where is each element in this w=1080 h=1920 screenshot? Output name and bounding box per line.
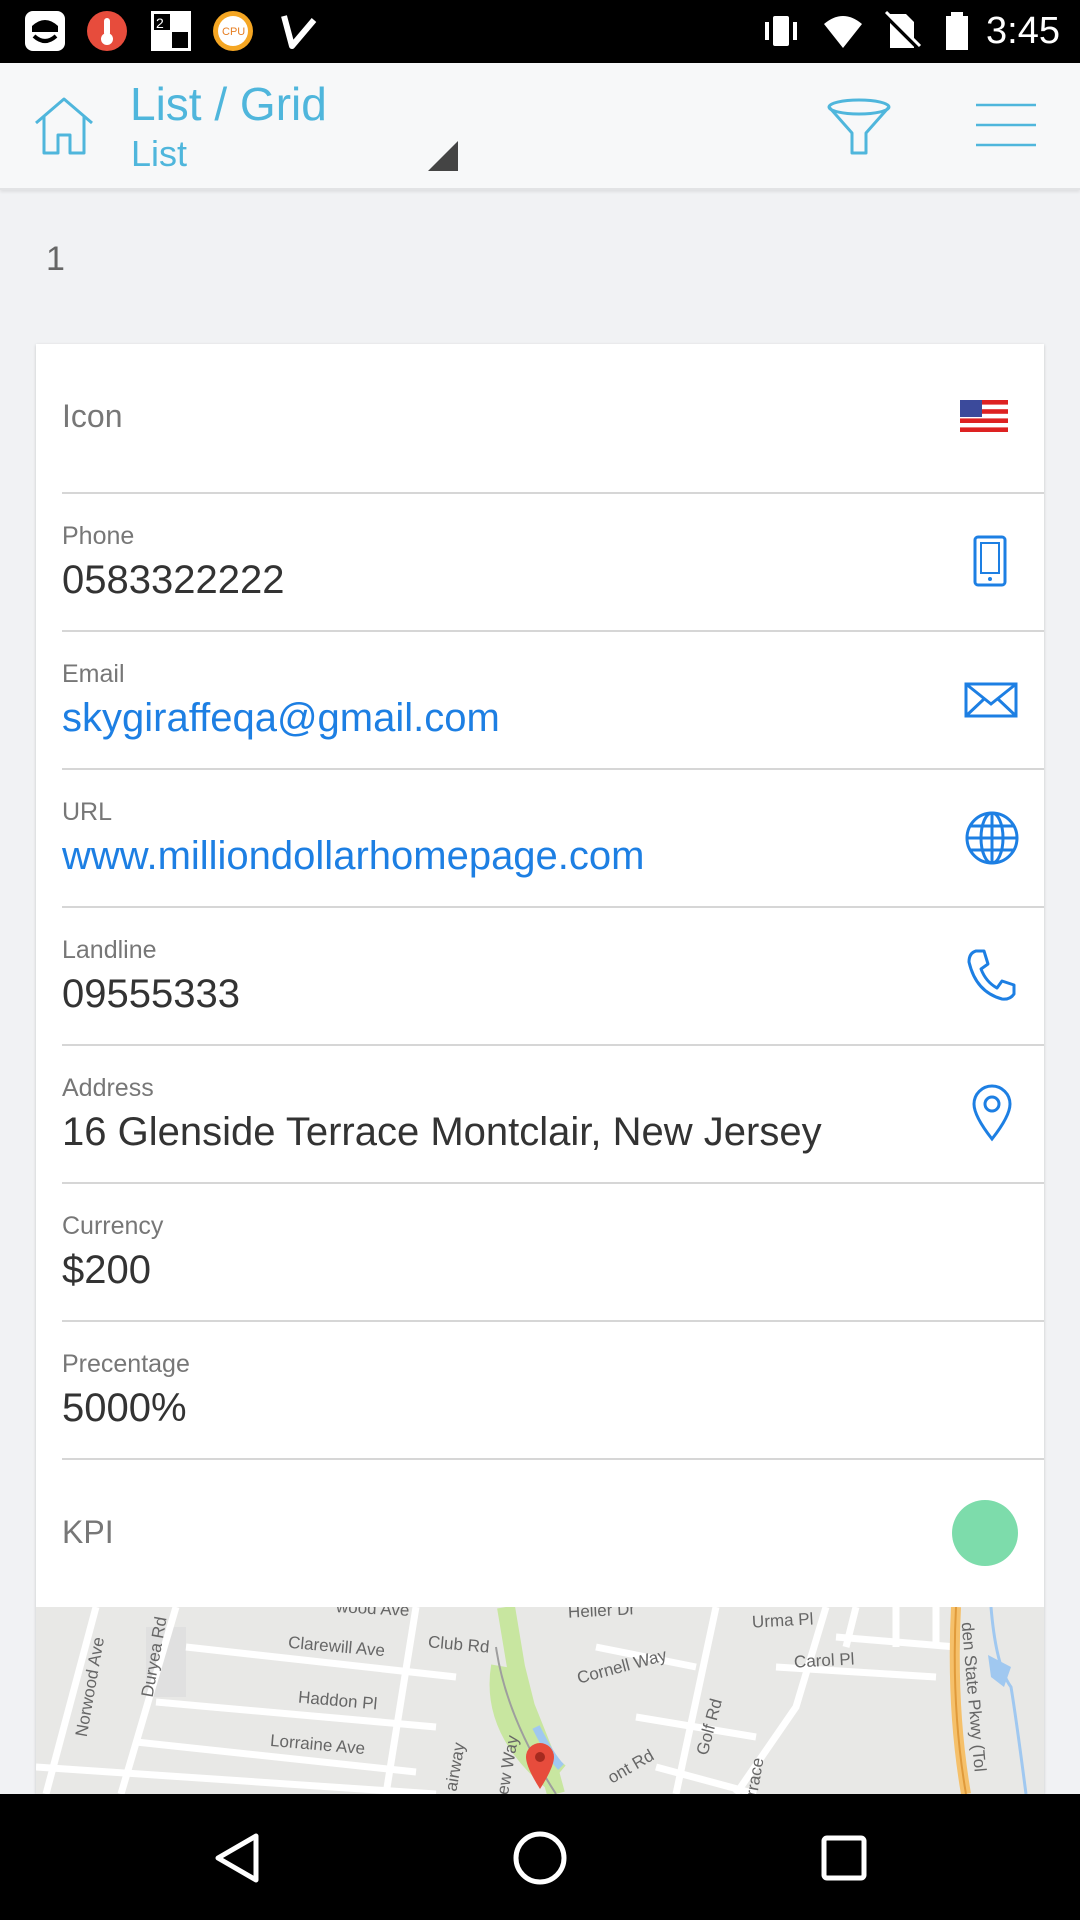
phone-value[interactable]: 0583322222 <box>62 558 284 603</box>
menu-icon[interactable] <box>974 101 1038 149</box>
view-mode-label[interactable]: List <box>131 133 187 175</box>
url-link[interactable]: www.milliondollarhomepage.com <box>62 834 644 879</box>
currency-value: $200 <box>62 1248 151 1292</box>
home-icon[interactable] <box>32 93 96 157</box>
email-label: Email <box>62 660 125 688</box>
cpu-icon: CPU <box>213 11 253 51</box>
url-row[interactable]: URL www.milliondollarhomepage.com <box>62 768 1044 908</box>
address-label: Address <box>62 1074 154 1102</box>
address-value[interactable]: 16 Glenside Terrace Montclair, New Jerse… <box>62 1110 822 1155</box>
address-row[interactable]: Address 16 Glenside Terrace Montclair, N… <box>62 1044 1044 1184</box>
url-label: URL <box>62 798 113 826</box>
kpi-row: KPI <box>62 1458 1044 1606</box>
recent-apps-icon[interactable] <box>820 1834 868 1882</box>
email-link[interactable]: skygiraffeqa@gmail.com <box>62 696 500 741</box>
mobile-phone-icon[interactable] <box>972 534 1008 588</box>
svg-text:CPU: CPU <box>222 26 245 38</box>
currency-label: Currency <box>62 1212 164 1240</box>
clock: 3:45 <box>986 10 1060 52</box>
map-street-label: Carol Pl <box>793 1649 855 1672</box>
page-title: List / Grid <box>130 78 327 130</box>
coin-head-icon <box>25 11 65 51</box>
record-card: Icon Phone 0583322222 Email skygiraffeqa… <box>36 344 1044 1794</box>
landline-label: Landline <box>62 936 157 964</box>
battery-icon <box>946 12 968 50</box>
telephone-icon[interactable] <box>966 948 1016 1002</box>
map-street-label: Urma Pl <box>751 1609 814 1632</box>
kpi-label: KPI <box>62 1514 114 1550</box>
us-flag-icon <box>960 400 1008 432</box>
landline-row[interactable]: Landline 09555333 <box>62 906 1044 1046</box>
check-icon <box>281 15 317 49</box>
map-view[interactable]: Norwood Ave Duryea Rd Clarewill Ave Club… <box>36 1607 1044 1794</box>
navigation-bar <box>0 1794 1080 1920</box>
globe-icon[interactable] <box>964 810 1020 866</box>
back-icon[interactable] <box>212 1832 260 1884</box>
two-squares-icon: 2 <box>151 11 191 51</box>
percentage-label: Precentage <box>62 1350 190 1378</box>
home-button-icon[interactable] <box>512 1830 568 1886</box>
thermometer-icon <box>87 11 127 51</box>
wifi-icon <box>824 16 862 48</box>
map-streets <box>36 1607 1044 1794</box>
section-number: 1 <box>46 240 65 278</box>
kpi-indicator <box>952 1500 1018 1566</box>
no-sim-icon <box>882 10 922 50</box>
status-bar: 2 CPU 3:45 <box>0 0 1080 63</box>
currency-row: Currency $200 <box>62 1182 1044 1322</box>
icon-row: Icon <box>62 344 1044 494</box>
filter-icon[interactable] <box>826 97 892 157</box>
svg-text:2: 2 <box>156 15 164 31</box>
vibrate-icon <box>765 16 797 46</box>
dropdown-triangle-icon[interactable] <box>426 139 460 173</box>
phone-label: Phone <box>62 522 135 550</box>
percentage-row: Precentage 5000% <box>62 1320 1044 1460</box>
location-pin-icon[interactable] <box>970 1084 1014 1142</box>
email-row[interactable]: Email skygiraffeqa@gmail.com <box>62 630 1044 770</box>
phone-row[interactable]: Phone 0583322222 <box>62 492 1044 632</box>
landline-value[interactable]: 09555333 <box>62 972 240 1017</box>
icon-label: Icon <box>62 398 123 434</box>
app-bar: List / Grid List <box>0 63 1080 190</box>
envelope-icon[interactable] <box>964 682 1018 718</box>
percentage-value: 5000% <box>62 1386 187 1430</box>
